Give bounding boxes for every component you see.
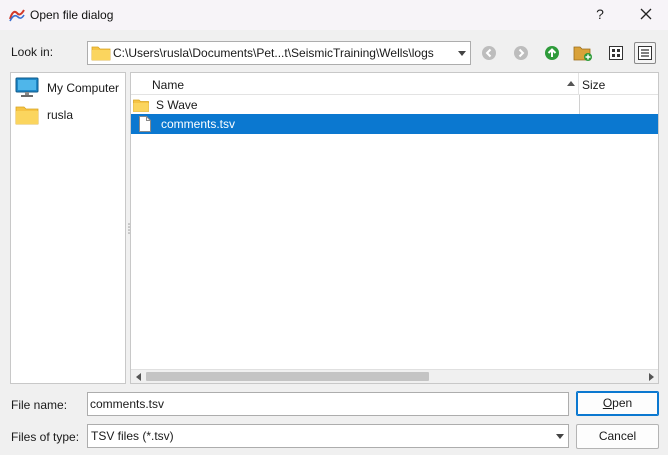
column-header-name[interactable]: Name <box>131 73 579 95</box>
back-icon <box>482 46 496 60</box>
file-list[interactable]: Name Size S Wave comments.tsv <box>130 72 659 384</box>
icon-view-button[interactable] <box>605 42 627 64</box>
file-size-cell <box>580 114 658 134</box>
file-list-header: Name Size <box>131 73 658 95</box>
file-name-label: File name: <box>11 398 68 412</box>
column-header-label: Name <box>152 78 185 92</box>
title-bar: Open file dialog ? <box>0 0 668 30</box>
file-name-text: comments.tsv <box>161 117 236 131</box>
open-button-label: pen <box>612 396 633 410</box>
close-icon <box>640 8 652 20</box>
sidebar-item-label: rusla <box>47 108 74 122</box>
folder-icon <box>133 99 149 112</box>
file-name-cell: comments.tsv <box>133 114 579 134</box>
new-folder-button[interactable] <box>572 42 594 64</box>
cancel-button[interactable]: Cancel <box>576 424 659 449</box>
file-name-cell: S Wave <box>133 95 579 115</box>
file-name-input[interactable]: comments.tsv <box>87 392 569 416</box>
chevron-right-icon <box>648 373 654 381</box>
column-separator <box>579 95 580 115</box>
file-name-text: S Wave <box>156 98 198 112</box>
table-row[interactable]: S Wave <box>131 95 658 115</box>
file-icon <box>139 116 151 132</box>
folder-icon <box>91 46 111 61</box>
open-button-mnemonic: O <box>602 396 613 410</box>
new-folder-icon <box>573 46 592 61</box>
scroll-right-button[interactable] <box>644 370 658 383</box>
window-title: Open file dialog <box>30 8 114 22</box>
scrollbar-thumb[interactable] <box>146 372 429 381</box>
parent-folder-icon <box>545 46 559 60</box>
file-type-combobox[interactable]: TSV files (*.tsv) <box>87 424 569 448</box>
sidebar-item-rusla[interactable]: rusla <box>15 104 73 126</box>
places-sidebar: My Computer rusla <box>10 72 126 384</box>
forward-button[interactable] <box>510 42 532 64</box>
horizontal-scrollbar[interactable] <box>131 369 658 383</box>
folder-icon <box>15 106 39 125</box>
look-in-combobox[interactable]: C:\Users\rusla\Documents\Pet...t\Seismic… <box>87 41 471 65</box>
computer-icon <box>15 77 39 97</box>
detail-view-icon <box>638 46 652 60</box>
app-logo-icon <box>9 9 25 22</box>
sidebar-item-label: My Computer <box>47 81 120 95</box>
back-button[interactable] <box>478 42 500 64</box>
file-type-value: TSV files (*.tsv) <box>91 429 174 443</box>
icon-view-icon <box>609 46 623 60</box>
parent-folder-button[interactable] <box>541 42 563 64</box>
sidebar-item-my-computer[interactable]: My Computer <box>15 77 119 99</box>
forward-icon <box>514 46 528 60</box>
close-button[interactable] <box>628 3 664 27</box>
scroll-left-button[interactable] <box>131 370 145 383</box>
detail-view-button[interactable] <box>634 42 656 64</box>
column-header-label: Size <box>582 78 606 92</box>
file-type-label: Files of type: <box>11 430 80 444</box>
chevron-down-icon[interactable] <box>454 42 470 64</box>
sort-ascending-icon <box>567 81 575 86</box>
look-in-path: C:\Users\rusla\Documents\Pet...t\Seismic… <box>113 46 434 60</box>
table-row[interactable]: comments.tsv <box>131 114 658 134</box>
open-button[interactable]: Open <box>576 391 659 416</box>
help-button[interactable]: ? <box>584 3 616 27</box>
look-in-label: Look in: <box>11 45 54 59</box>
column-header-size[interactable]: Size <box>580 73 658 95</box>
chevron-down-icon[interactable] <box>552 425 568 447</box>
chevron-left-icon <box>135 373 141 381</box>
